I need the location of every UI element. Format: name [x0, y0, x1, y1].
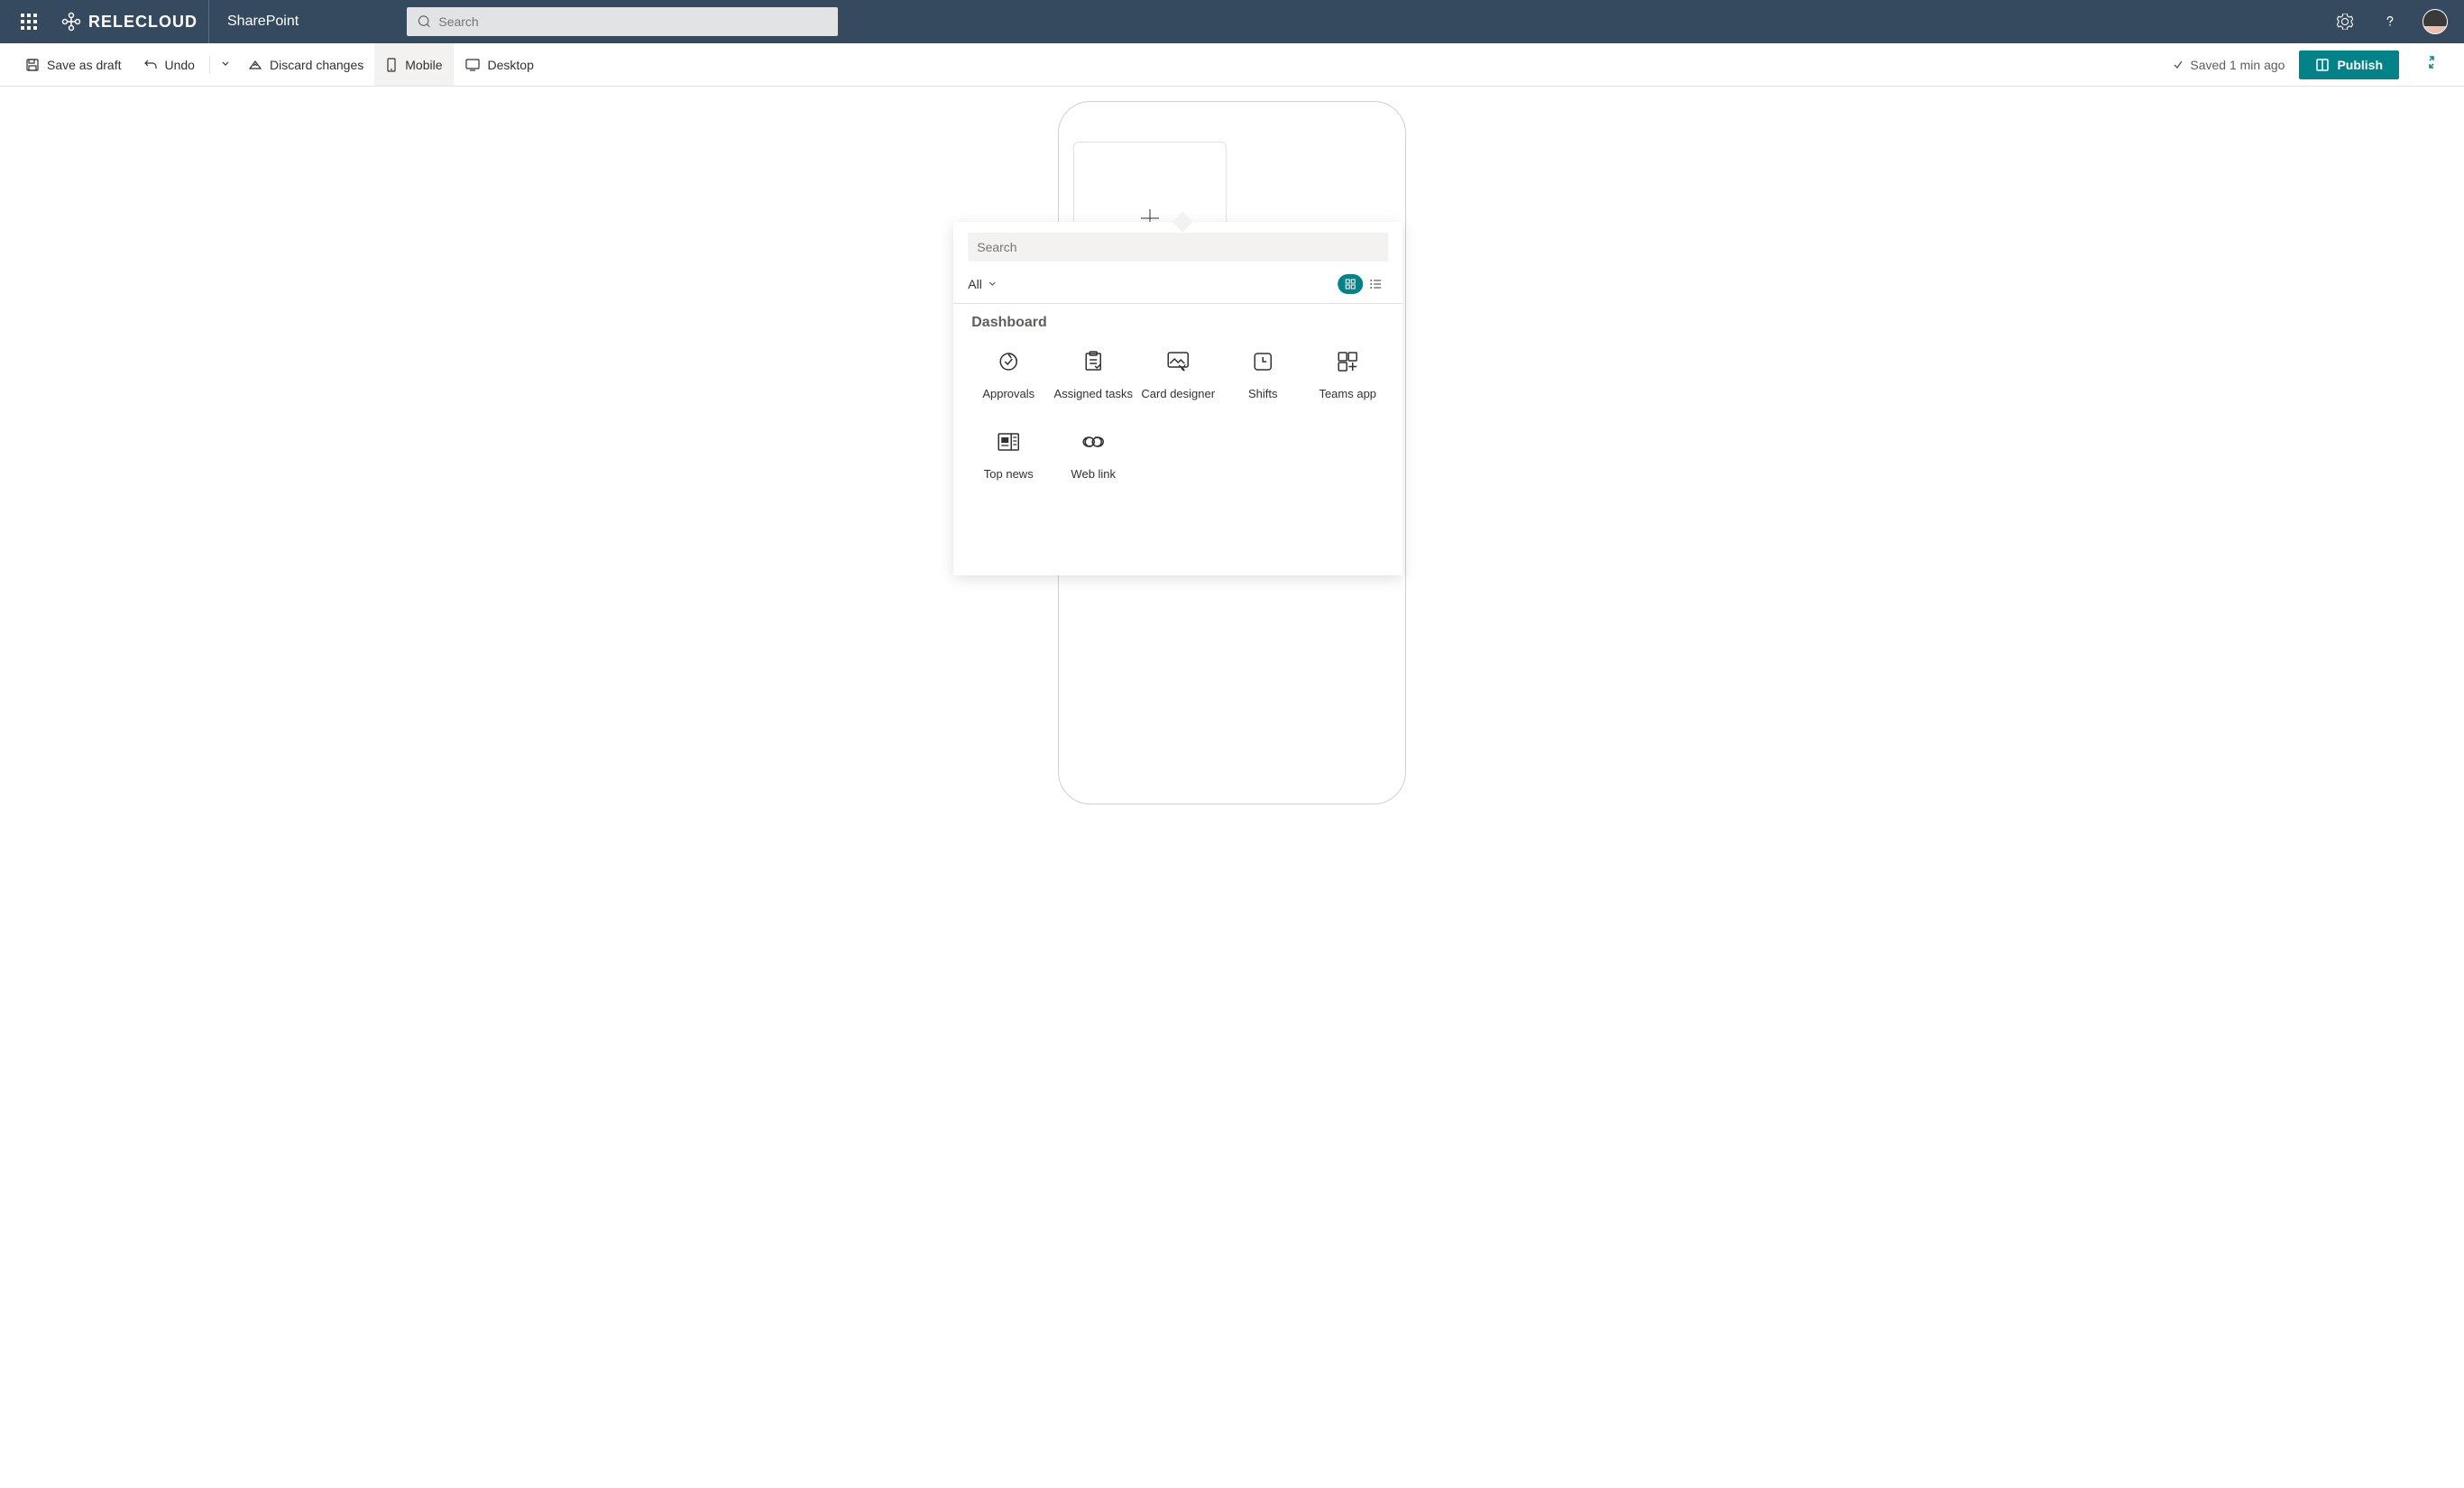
popup-item-label: Web link	[1071, 467, 1116, 481]
popup-item-label: Shifts	[1248, 387, 1278, 400]
popup-section-title: Dashboard	[953, 304, 1402, 338]
desktop-icon	[464, 58, 481, 72]
chevron-down-icon	[221, 60, 230, 69]
discard-icon	[248, 58, 262, 72]
desktop-view-button[interactable]: Desktop	[454, 43, 545, 86]
popup-search-input[interactable]	[968, 233, 1388, 262]
relecloud-icon	[61, 12, 81, 32]
card-designer-icon	[1165, 349, 1191, 374]
popup-item-shifts[interactable]: Shifts	[1222, 345, 1303, 404]
checkmark-icon	[2172, 59, 2184, 71]
grid-icon	[1345, 279, 1356, 289]
saved-status-label: Saved 1 min ago	[2190, 58, 2285, 72]
help-icon	[2382, 14, 2398, 30]
popup-item-label: Assigned tasks	[1054, 387, 1133, 400]
save-as-draft-label: Save as draft	[47, 58, 122, 72]
mobile-view-button[interactable]: Mobile	[374, 43, 453, 86]
approvals-icon	[996, 349, 1021, 374]
chevron-down-icon	[988, 280, 997, 289]
news-icon	[996, 429, 1021, 455]
avatar-icon	[2423, 9, 2448, 34]
toolbar-divider	[209, 56, 210, 74]
toolbar: Save as draft Undo Discard changes Mobil…	[0, 43, 2464, 87]
main-content: All	[0, 87, 2464, 1488]
undo-icon	[143, 58, 158, 72]
list-icon	[1369, 279, 1382, 289]
popup-item-label: Teams app	[1319, 387, 1376, 400]
discard-changes-button[interactable]: Discard changes	[237, 43, 374, 86]
undo-label: Undo	[165, 58, 195, 72]
saved-status: Saved 1 min ago	[2172, 58, 2285, 72]
view-toggle	[1338, 274, 1388, 294]
brand-section: RELECLOUD	[51, 0, 209, 43]
popup-grid: Approvals Assigned tasks	[953, 338, 1402, 491]
save-icon	[25, 58, 40, 72]
collapse-button[interactable]	[2413, 55, 2450, 74]
grid-view-button[interactable]	[1338, 274, 1363, 294]
popup-item-web-link[interactable]: Web link	[1053, 426, 1134, 484]
popup-search-container	[968, 233, 1388, 262]
app-launcher-button[interactable]	[7, 0, 51, 43]
add-card-popup: All	[953, 222, 1402, 575]
publish-icon	[2315, 58, 2330, 72]
shifts-icon	[1250, 349, 1275, 374]
popup-item-label: Card designer	[1141, 387, 1215, 400]
mobile-icon	[385, 58, 398, 72]
waffle-icon	[21, 14, 37, 30]
save-as-draft-button[interactable]: Save as draft	[14, 43, 133, 86]
publish-label: Publish	[2337, 58, 2383, 72]
app-name[interactable]: SharePoint	[209, 14, 317, 30]
popup-item-teams-app[interactable]: Teams app	[1307, 345, 1388, 404]
popup-item-label: Approvals	[982, 387, 1034, 400]
toolbar-right: Saved 1 min ago Publish	[2172, 51, 2450, 79]
popup-filter-row: All	[953, 269, 1402, 304]
collapse-icon	[2424, 55, 2439, 69]
teams-app-icon	[1335, 349, 1360, 374]
popup-item-top-news[interactable]: Top news	[968, 426, 1049, 484]
mobile-label: Mobile	[405, 58, 442, 72]
filter-dropdown[interactable]: All	[968, 277, 997, 291]
user-avatar-button[interactable]	[2413, 0, 2457, 43]
brand-name: RELECLOUD	[88, 13, 198, 32]
header-bar: RELECLOUD SharePoint	[0, 0, 2464, 43]
undo-dropdown[interactable]	[214, 57, 237, 73]
popup-item-approvals[interactable]: Approvals	[968, 345, 1049, 404]
header-right	[2323, 0, 2457, 43]
discard-changes-label: Discard changes	[270, 58, 363, 72]
brand-logo[interactable]: RELECLOUD	[61, 12, 198, 32]
search-input[interactable]	[438, 14, 827, 29]
tasks-icon	[1080, 349, 1106, 374]
popup-item-card-designer[interactable]: Card designer	[1137, 345, 1218, 404]
publish-button[interactable]: Publish	[2299, 51, 2399, 79]
global-search-box[interactable]	[407, 7, 838, 36]
list-view-button[interactable]	[1363, 274, 1388, 294]
help-button[interactable]	[2368, 0, 2412, 43]
link-icon	[1080, 429, 1106, 455]
filter-label: All	[968, 277, 982, 291]
popup-item-assigned-tasks[interactable]: Assigned tasks	[1053, 345, 1134, 404]
settings-button[interactable]	[2323, 0, 2367, 43]
popup-item-label: Top news	[984, 467, 1034, 481]
search-icon	[418, 14, 431, 29]
undo-button[interactable]: Undo	[133, 43, 206, 86]
desktop-label: Desktop	[488, 58, 534, 72]
gear-icon	[2337, 14, 2353, 30]
